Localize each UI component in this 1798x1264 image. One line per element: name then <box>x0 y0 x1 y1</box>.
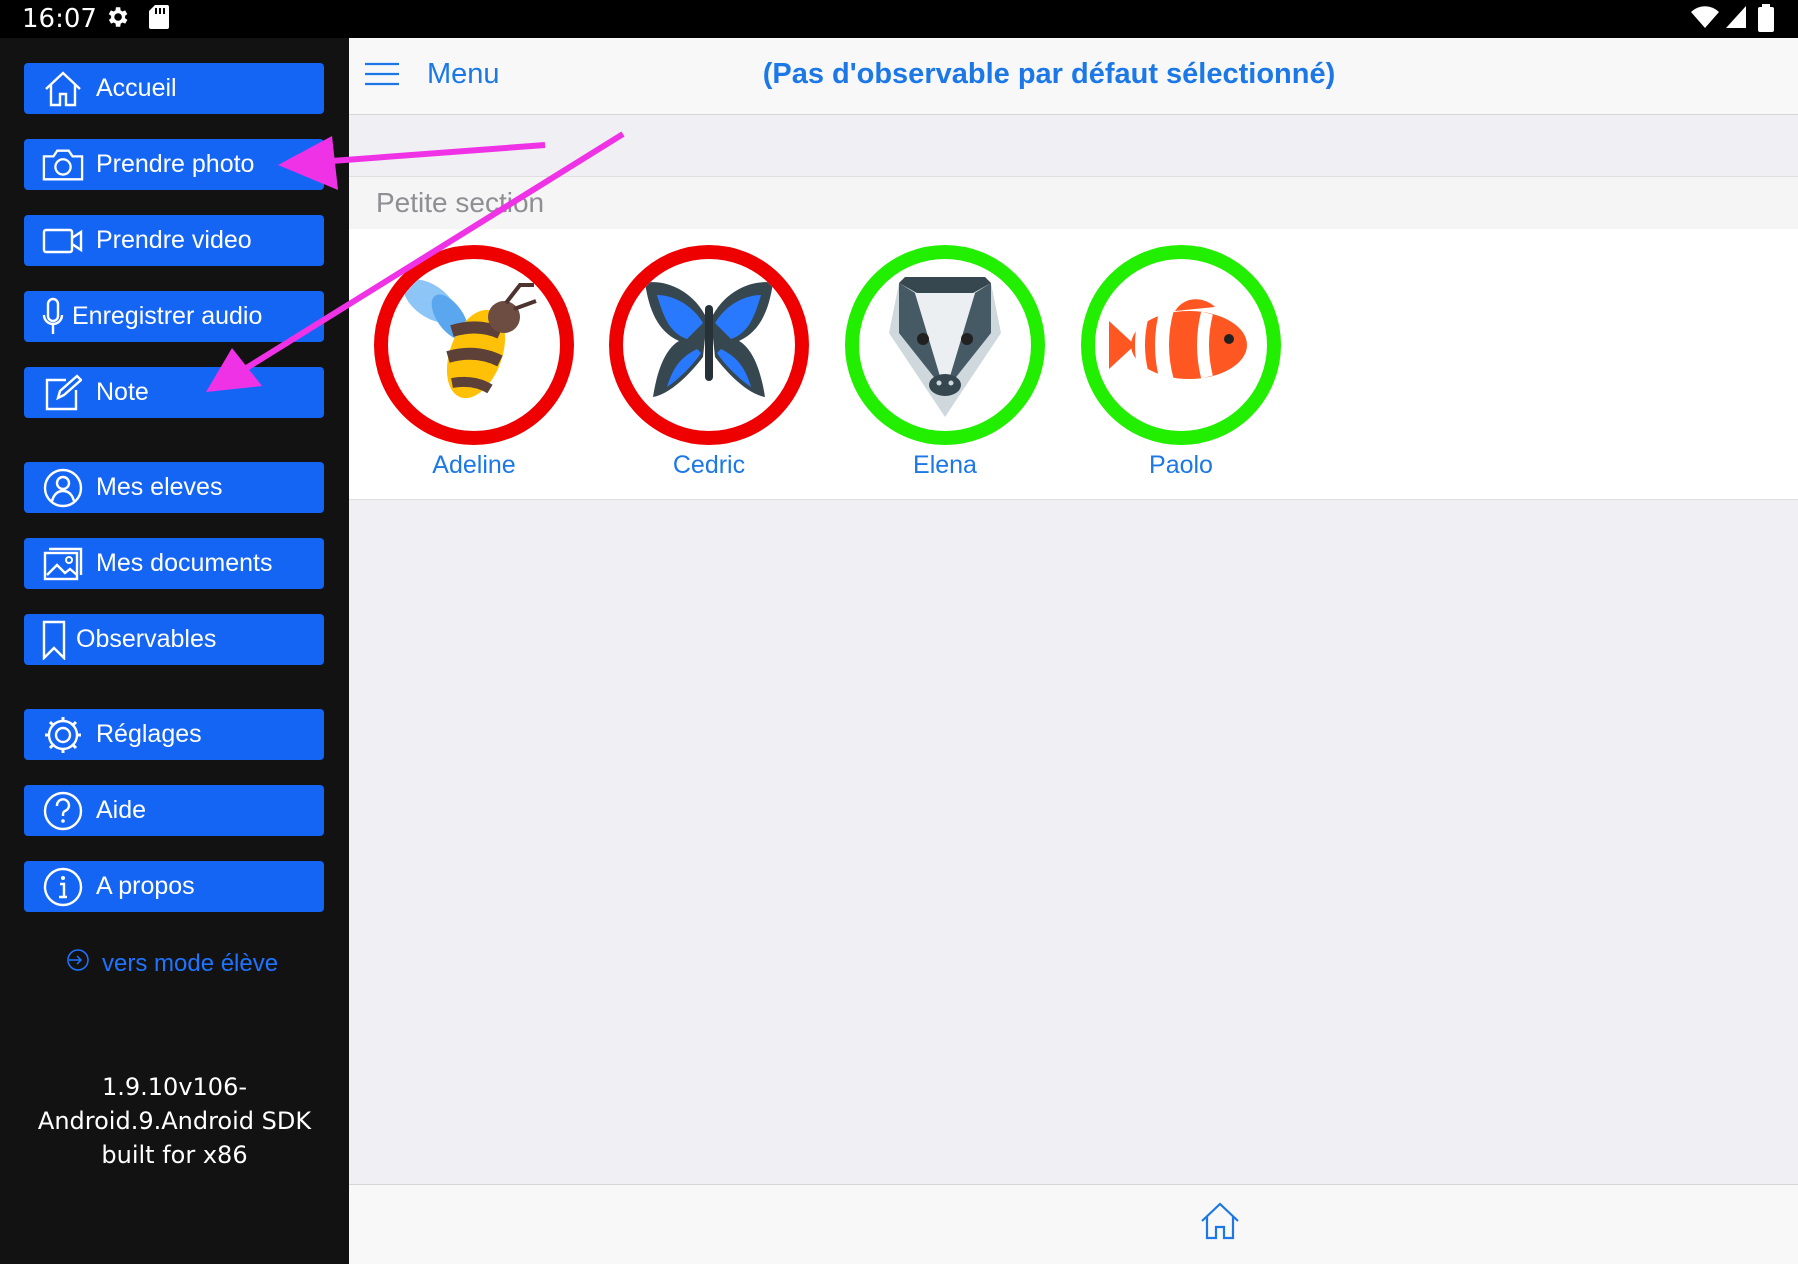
microphone-icon <box>42 296 64 338</box>
status-bar: 16:07 <box>0 0 1798 38</box>
avatar-ring <box>845 245 1045 445</box>
documents-icon <box>42 543 84 585</box>
sidebar: Accueil Prendre photo Prendre video Enre… <box>0 38 349 1264</box>
avatar-ring <box>374 245 574 445</box>
students-icon <box>42 467 84 509</box>
avatar-ring <box>609 245 809 445</box>
clownfish-icon <box>1109 299 1247 383</box>
wifi-icon <box>1690 4 1720 35</box>
sidebar-item-label: Aide <box>96 796 147 824</box>
sd-card-icon <box>148 4 170 35</box>
gear-icon <box>42 714 84 756</box>
sidebar-item-label: Prendre video <box>96 226 252 254</box>
sidebar-item-note[interactable]: Note <box>24 367 324 418</box>
sidebar-item-accueil[interactable]: Accueil <box>24 63 324 114</box>
settings-gear-icon <box>104 4 130 35</box>
sidebar-item-label: Enregistrer audio <box>72 302 263 330</box>
sidebar-item-label: Réglages <box>96 720 202 748</box>
sidebar-item-enregistrer-audio[interactable]: Enregistrer audio <box>24 291 324 342</box>
version-info: 1.9.10v106- Android.9.Android SDK built … <box>0 1070 349 1172</box>
badger-icon <box>889 277 1001 417</box>
battery-icon <box>1758 4 1774 37</box>
sidebar-item-label: Note <box>96 378 149 406</box>
sidebar-item-aide[interactable]: Aide <box>24 785 324 836</box>
version-line: 1.9.10v106- <box>101 1073 247 1101</box>
sign-in-icon <box>66 948 90 979</box>
help-icon <box>42 790 84 832</box>
student-grid: Adeline Cedric Elena Paolo <box>349 229 1798 500</box>
bottom-tab-bar <box>349 1184 1798 1264</box>
student-name: Paolo <box>1149 451 1213 479</box>
info-icon <box>42 866 84 908</box>
signal-icon <box>1724 4 1748 35</box>
sidebar-item-reglages[interactable]: Réglages <box>24 709 324 760</box>
student-name: Adeline <box>432 451 516 479</box>
edit-note-icon <box>42 372 84 414</box>
sidebar-item-label: Accueil <box>96 74 177 102</box>
menu-button[interactable]: Menu <box>427 58 500 91</box>
student-mode-link[interactable]: vers mode élève <box>66 948 278 979</box>
sidebar-item-label: Prendre photo <box>96 150 255 178</box>
hamburger-menu-icon[interactable] <box>365 62 399 91</box>
video-camera-icon <box>42 220 84 262</box>
page-title: (Pas d'observable par défaut sélectionné… <box>762 58 1336 90</box>
version-line: Android.9.Android SDK <box>37 1107 312 1135</box>
sidebar-item-label: A propos <box>96 872 195 900</box>
sidebar-item-a-propos[interactable]: A propos <box>24 861 324 912</box>
student-card-adeline[interactable]: Adeline <box>369 245 579 495</box>
sidebar-item-label: Observables <box>76 625 217 653</box>
student-mode-label: vers mode élève <box>102 949 279 977</box>
sidebar-item-observables[interactable]: Observables <box>24 614 324 665</box>
status-time: 16:07 <box>22 4 97 34</box>
bee-icon <box>403 279 537 399</box>
student-card-paolo[interactable]: Paolo <box>1076 245 1286 495</box>
main-content: Menu (Pas d'observable par défaut sélect… <box>349 38 1798 1264</box>
student-card-cedric[interactable]: Cedric <box>604 245 814 495</box>
student-card-elena[interactable]: Elena <box>840 245 1050 495</box>
camera-icon <box>42 144 84 186</box>
sidebar-item-label: Mes documents <box>96 549 273 577</box>
home-tab-icon[interactable] <box>1199 1201 1241 1246</box>
student-name: Elena <box>913 451 977 479</box>
sidebar-item-label: Mes eleves <box>96 473 223 501</box>
home-icon <box>42 68 84 110</box>
bookmark-icon <box>42 619 66 661</box>
sidebar-item-mes-eleves[interactable]: Mes eleves <box>24 462 324 513</box>
section-title: Petite section <box>376 187 545 218</box>
sidebar-item-mes-documents[interactable]: Mes documents <box>24 538 324 589</box>
sidebar-item-prendre-photo[interactable]: Prendre photo <box>24 139 324 190</box>
section-header: Petite section <box>349 176 1798 229</box>
student-name: Cedric <box>672 451 746 479</box>
sidebar-item-prendre-video[interactable]: Prendre video <box>24 215 324 266</box>
top-navigation-bar: Menu (Pas d'observable par défaut sélect… <box>349 38 1798 115</box>
version-line: built for x86 <box>101 1141 248 1169</box>
butterfly-icon <box>645 282 773 397</box>
avatar-ring <box>1081 245 1281 445</box>
